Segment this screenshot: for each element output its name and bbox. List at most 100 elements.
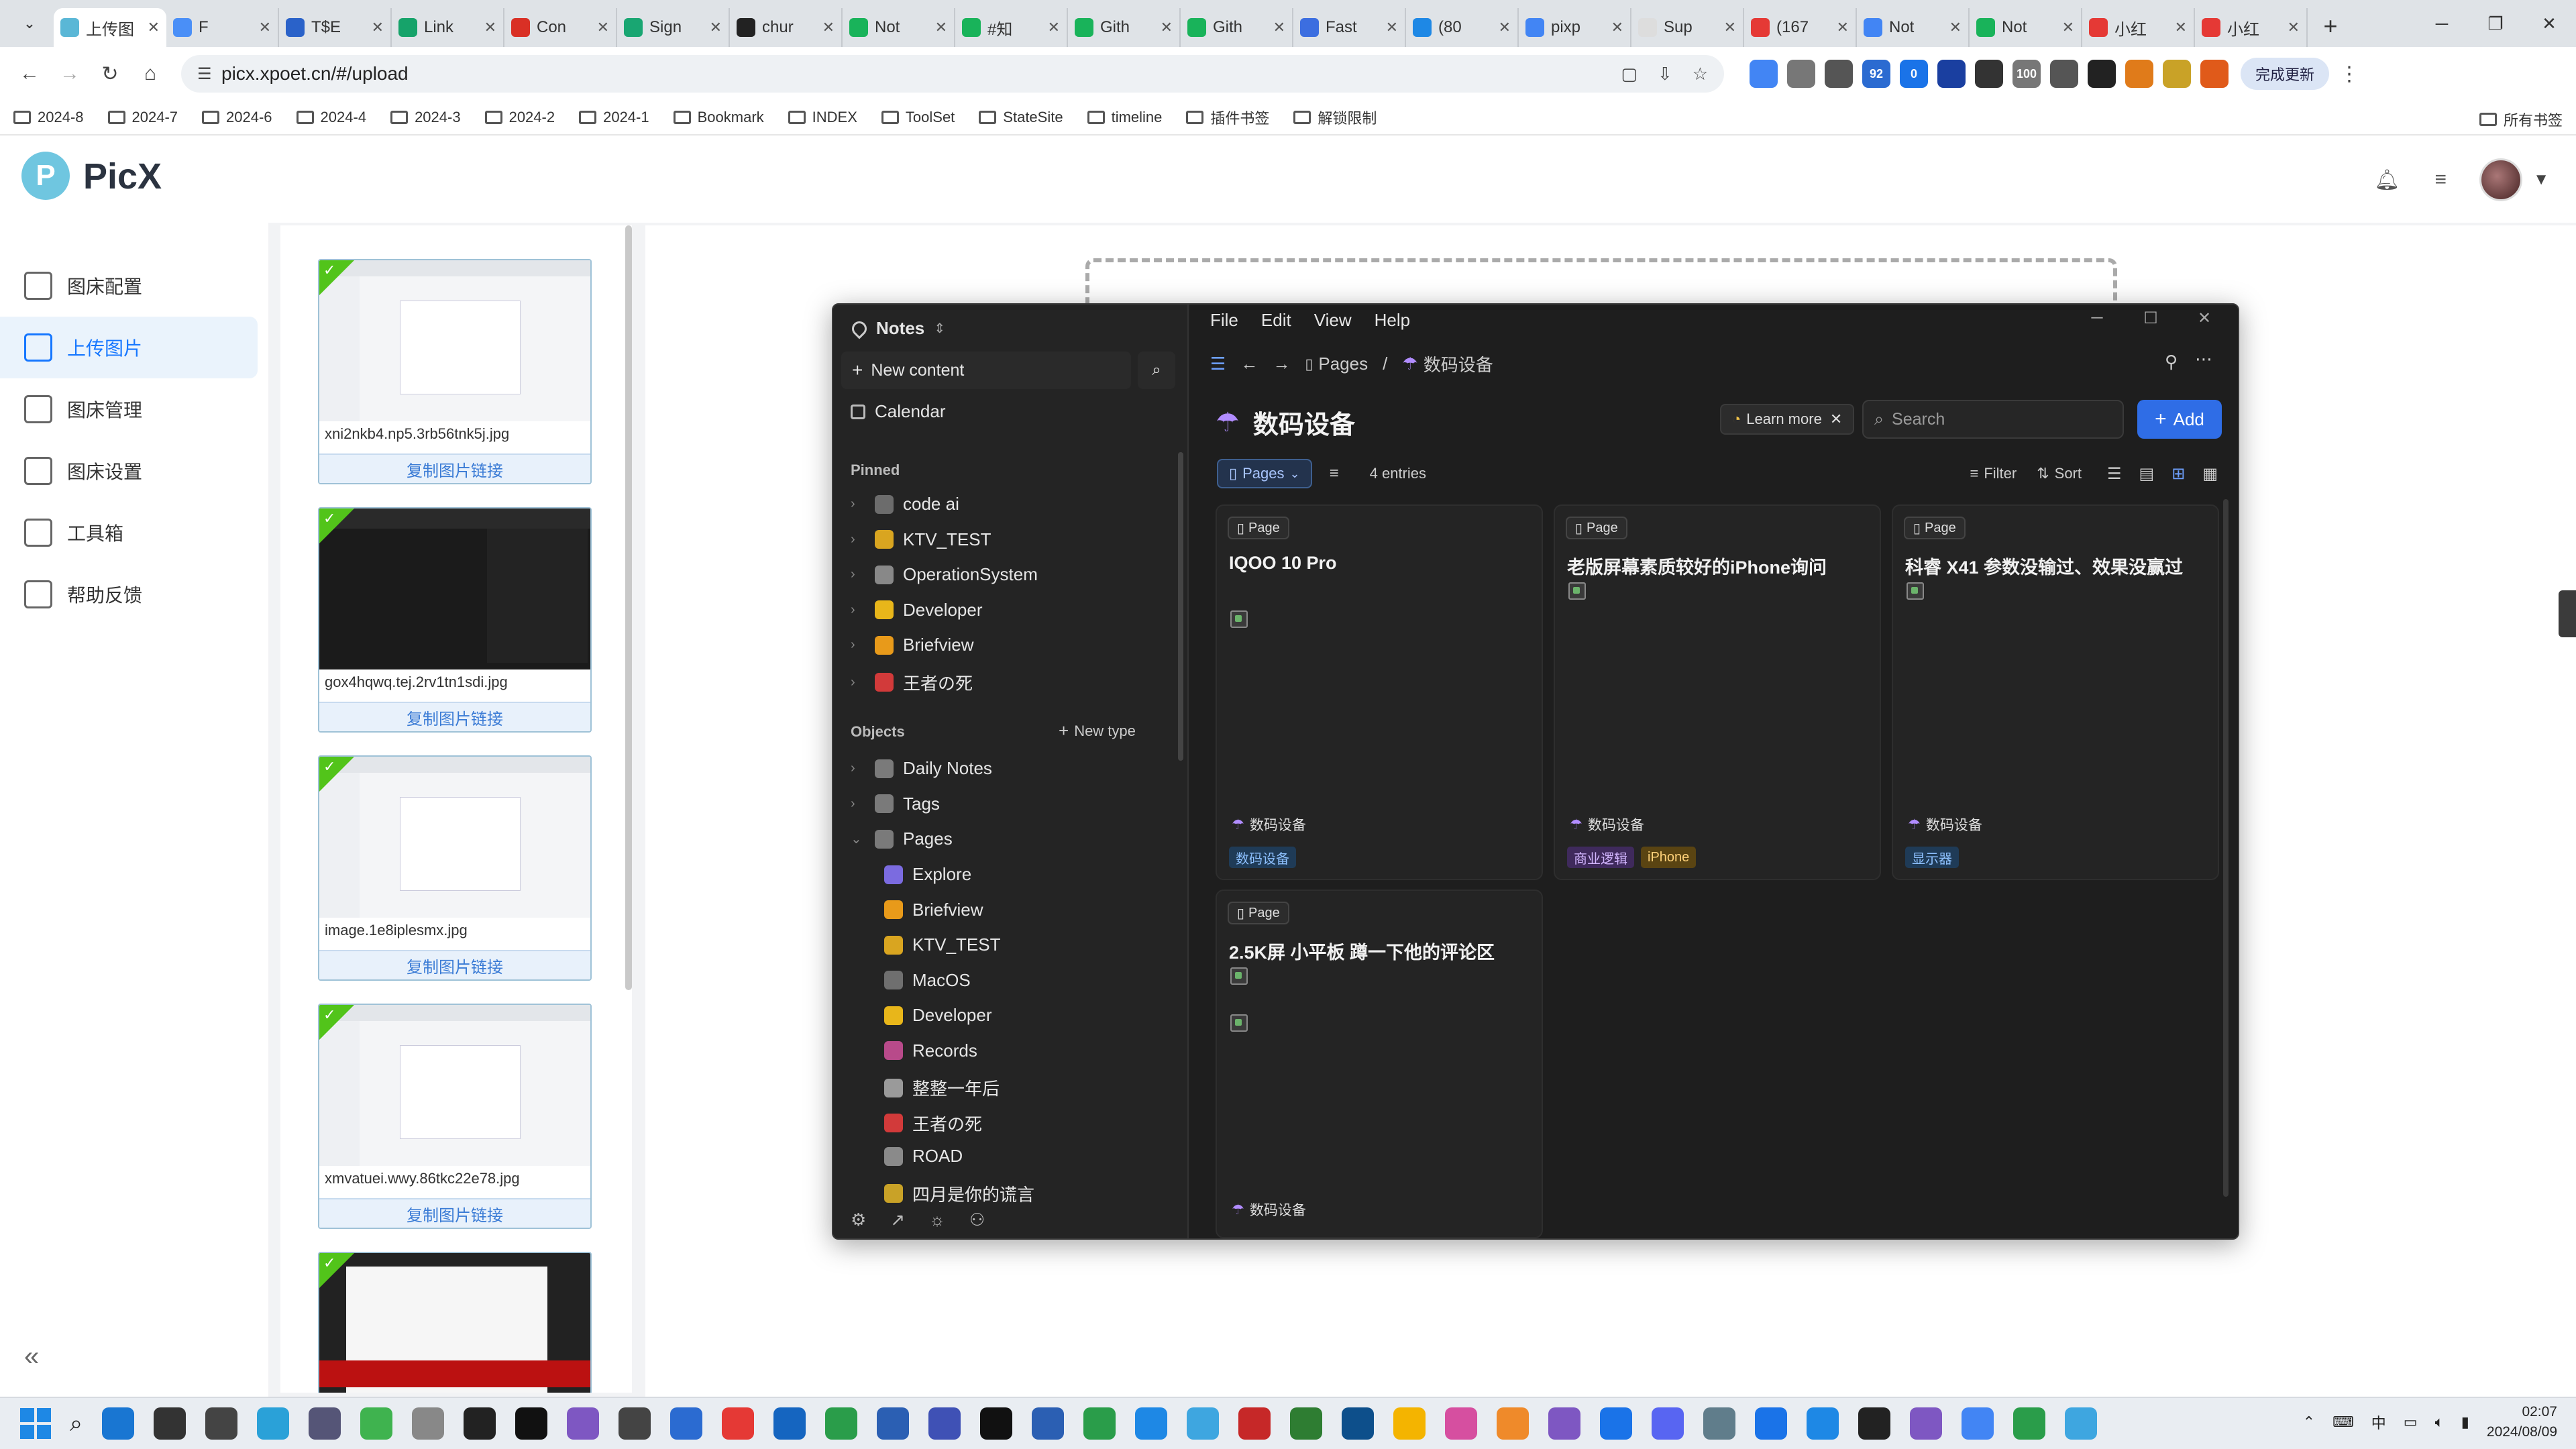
avatar[interactable] [2479, 158, 2523, 201]
nav-item[interactable]: 工具箱 [0, 502, 258, 564]
uploaded-image-card[interactable]: ✓ xmvatuei.wwy.86tkc22e78.jpg 复制图片链接 [318, 1004, 592, 1229]
keyboard-icon[interactable]: ⌨ [2332, 1413, 2354, 1431]
close-tab-icon[interactable]: ✕ [1724, 19, 1736, 36]
all-bookmarks[interactable]: 所有书签 [2479, 109, 2563, 130]
taskbar-app-icon[interactable] [1858, 1407, 1891, 1440]
new-tab-button[interactable]: + [2313, 9, 2348, 44]
close-icon[interactable]: ✕ [1830, 411, 1842, 428]
nav-item[interactable]: 上传图片 [0, 317, 258, 378]
browser-tab[interactable]: Sup ✕ [1631, 8, 1744, 47]
close-tab-icon[interactable]: ✕ [148, 19, 160, 36]
chevron-right-icon[interactable]: › [851, 796, 864, 812]
sidebar-tree-item[interactable]: › Briefview [851, 635, 973, 655]
nav-item[interactable]: 图床设置 [0, 440, 258, 502]
browser-tab[interactable]: F ✕ [166, 8, 279, 47]
extension-icon[interactable] [2163, 60, 2191, 88]
sidebar-tree-item[interactable]: ⌄ Pages [851, 828, 953, 849]
taskbar-search-icon[interactable]: ⌕ [70, 1411, 83, 1437]
nav-item[interactable]: 帮助反馈 [0, 564, 258, 625]
taskbar-app-icon[interactable] [1445, 1407, 1478, 1440]
browser-tab[interactable]: Not ✕ [1857, 8, 1970, 47]
copy-link-button[interactable]: 复制图片链接 [319, 702, 590, 731]
reload-button[interactable]: ↻ [90, 54, 130, 94]
minimize-button[interactable]: ─ [2070, 305, 2124, 331]
taskbar-app-icon[interactable] [1652, 1407, 1684, 1440]
page-card[interactable]: ▯ Page 2.5K屏 小平板 蹲一下他的评论区 ☂ 数码设备 [1216, 890, 1543, 1238]
breadcrumb-current[interactable]: ☂ 数码设备 [1402, 352, 1493, 376]
bookmark-item[interactable]: 解锁限制 [1293, 107, 1377, 128]
filter-button[interactable]: ≡ Filter [1970, 465, 2017, 482]
search-input[interactable]: ⌕ Search [1862, 400, 2124, 439]
taskbar-app-icon[interactable] [1703, 1407, 1736, 1440]
close-tab-icon[interactable]: ✕ [597, 19, 609, 36]
close-tab-icon[interactable]: ✕ [2062, 19, 2074, 36]
image-thumbnail[interactable] [319, 1253, 590, 1393]
sidebar-tree-item[interactable]: ROAD [884, 1146, 963, 1167]
bookmark-item[interactable]: 2024-2 [484, 109, 555, 126]
chevron-right-icon[interactable]: › [851, 637, 864, 653]
close-tab-icon[interactable]: ✕ [1949, 19, 1962, 36]
new-type-button[interactable]: + New type [1059, 720, 1136, 741]
bell-icon[interactable]: 🔔︎ [2372, 165, 2402, 195]
close-tab-icon[interactable]: ✕ [1499, 19, 1511, 36]
sidebar-tree-item[interactable]: 整整一年后 [884, 1075, 1000, 1100]
bookmark-item[interactable]: 2024-1 [579, 109, 649, 126]
chevron-down-icon[interactable]: ▼ [2533, 170, 2549, 189]
close-tab-icon[interactable]: ✕ [935, 19, 947, 36]
back-arrow-icon[interactable]: ← [1240, 354, 1258, 374]
extension-icon[interactable] [2200, 60, 2229, 88]
close-tab-icon[interactable]: ✕ [484, 19, 496, 36]
copy-link-button[interactable]: 复制图片链接 [319, 1198, 590, 1228]
sidebar-tree-item[interactable]: › 王者の死 [851, 670, 973, 695]
extension-icon[interactable] [2088, 60, 2116, 88]
close-button[interactable]: ✕ [2178, 305, 2231, 331]
nav-item[interactable]: 图床配置 [0, 255, 258, 317]
tag-chip[interactable]: 数码设备 [1229, 847, 1296, 868]
bookmark-item[interactable]: 2024-7 [107, 109, 178, 126]
uploaded-image-card[interactable]: ✓ xni2nkb4.np5.3rb56tnk5j.jpg 复制图片链接 [318, 259, 592, 484]
address-bar[interactable]: ☰ picx.xpoet.cn/#/upload ▢ ⇩ ☆ [181, 55, 1724, 93]
menu-item[interactable]: Help [1375, 310, 1410, 331]
network-icon[interactable]: ▭ [2404, 1413, 2418, 1431]
sidebar-tree-item[interactable]: › Tags [851, 794, 940, 814]
taskbar-app-icon[interactable] [928, 1407, 961, 1440]
volume-icon[interactable]: 🔈︎ [2435, 1413, 2444, 1431]
browser-tab[interactable]: Not ✕ [1970, 8, 2082, 47]
taskbar-app-icon[interactable] [1187, 1407, 1220, 1440]
close-tab-icon[interactable]: ✕ [1161, 19, 1173, 36]
sidebar-tree-item[interactable]: Records [884, 1040, 977, 1061]
taskbar-app-icon[interactable] [1548, 1407, 1581, 1440]
close-tab-icon[interactable]: ✕ [1273, 19, 1285, 36]
extension-icon[interactable] [1937, 60, 1966, 88]
taskbar-app-icon[interactable] [1600, 1407, 1633, 1440]
copy-link-button[interactable]: 复制图片链接 [319, 453, 590, 483]
extension-icon[interactable] [1787, 60, 1815, 88]
bookmark-item[interactable]: 2024-3 [390, 109, 461, 126]
sidebar-tree-item[interactable]: 四月是你的谎言 [884, 1181, 1034, 1206]
close-window-button[interactable]: ✕ [2522, 0, 2576, 47]
sidebar-tree-item[interactable]: › KTV_TEST [851, 529, 991, 550]
taskbar-app-icon[interactable] [1342, 1407, 1375, 1440]
chevron-right-icon[interactable]: › [851, 496, 864, 512]
browser-tab[interactable]: 上传图 ✕ [54, 8, 166, 47]
browser-tab[interactable]: (167 ✕ [1744, 8, 1857, 47]
tag-chip[interactable]: 显示器 [1905, 847, 1959, 868]
main-scrollbar[interactable] [2223, 499, 2229, 1197]
browser-tab[interactable]: Not ✕ [843, 8, 955, 47]
site-info-icon[interactable]: ☰ [197, 64, 221, 84]
bookmark-item[interactable]: ToolSet [881, 109, 955, 126]
chevron-right-icon[interactable]: › [851, 761, 864, 776]
bookmark-item[interactable]: Bookmark [673, 109, 764, 126]
copy-link-button[interactable]: 复制图片链接 [319, 950, 590, 979]
sidebar-tree-item[interactable]: 王者の死 [884, 1111, 982, 1136]
taskbar-app-icon[interactable] [2013, 1407, 2046, 1440]
image-thumbnail[interactable] [319, 1005, 590, 1166]
gallery-view-icon[interactable]: ⊞ [2171, 464, 2185, 484]
list-view-icon[interactable]: ☰ [2107, 464, 2122, 484]
bookmark-item[interactable]: timeline [1087, 109, 1162, 126]
extension-icon[interactable]: 100 [2012, 60, 2041, 88]
user-icon[interactable]: ⚇ [969, 1210, 985, 1230]
taskbar-app-icon[interactable] [567, 1407, 600, 1440]
ime-icon[interactable]: 中 [2371, 1411, 2386, 1433]
browser-tab[interactable]: Link ✕ [392, 8, 504, 47]
